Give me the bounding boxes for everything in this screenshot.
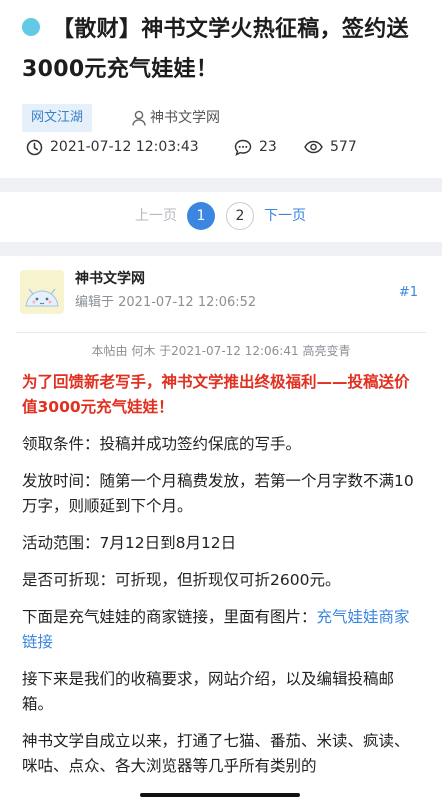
user-icon	[132, 110, 146, 126]
thread-title: 【散财】神书文学火热征稿，签约送3000元充气娃娃！	[22, 17, 409, 82]
section-gap	[0, 242, 442, 256]
headline: 为了回馈新老写手，神书文学推出终极福利——投稿送价值3000元充气娃娃！	[22, 373, 410, 416]
prev-page-button[interactable]: 上一页	[135, 206, 177, 226]
page-1-button[interactable]: 1	[187, 202, 215, 230]
eye-icon	[304, 140, 323, 154]
pagination: 上一页 1 2 下一页	[0, 192, 442, 242]
link-intro: 下面是充气娃娃的商家链接，里面有图片：	[22, 608, 317, 626]
comment-icon	[234, 139, 252, 156]
divider	[16, 332, 426, 333]
home-indicator	[140, 793, 300, 797]
conditions-text: 领取条件：投稿并成功签约保底的写手。	[22, 435, 302, 453]
view-count: 577	[330, 139, 357, 155]
next-page-button[interactable]: 下一页	[264, 206, 306, 226]
datetime-item: 2021-07-12 12:03:43	[26, 135, 199, 159]
author-name[interactable]: 神书文学网	[150, 106, 220, 130]
forum-tag[interactable]: 网文江湖	[22, 104, 93, 132]
poster-name[interactable]: 神书文学网	[75, 269, 145, 289]
floor-number[interactable]: #1	[399, 285, 418, 300]
page-2-button[interactable]: 2	[226, 202, 254, 230]
edit-note: 本帖由 何木 于2021-07-12 12:06:41 高亮变青	[91, 344, 351, 358]
link-paragraph: 下面是充气娃娃的商家链接，里面有图片：充气娃娃商家链接	[22, 605, 420, 655]
section-gap	[0, 178, 442, 192]
clock-icon	[26, 139, 43, 155]
intro-text: 神书文学自成立以来，打通了七猫、番茄、米读、疯读、咪咕、点众、各大浏览器等几乎所…	[22, 732, 410, 775]
post-datetime: 2021-07-12 12:03:43	[50, 139, 199, 155]
avatar-mascot-icon	[20, 270, 64, 314]
reply-count: 23	[259, 139, 277, 155]
views-item: 577	[304, 135, 357, 159]
thread-header: 【散财】神书文学火热征稿，签约送3000元充气娃娃！ 网文江湖 神书文学网 20…	[0, 0, 442, 178]
next-text: 接下来是我们的收稿要求，网站介绍，以及编辑投稿邮箱。	[22, 670, 395, 713]
replies-item: 23	[234, 135, 277, 159]
issue-time-text: 发放时间：随第一个月稿费发放，若第一个月字数不满10万字，则顺延到下个月。	[22, 472, 414, 515]
avatar[interactable]	[20, 270, 64, 314]
post-card: 神书文学网 编辑于 2021-07-12 12:06:52 #1 本帖由 何木 …	[0, 256, 442, 800]
edit-time: 编辑于 2021-07-12 12:06:52	[75, 295, 257, 310]
scope-text: 活动范围：7月12日到8月12日	[22, 534, 237, 552]
cashable-text: 是否可折现：可折现，但折现仅可折2600元。	[22, 571, 341, 589]
post-body: 为了回馈新老写手，神书文学推出终极福利——投稿送价值3000元充气娃娃！ 领取条…	[22, 370, 420, 791]
